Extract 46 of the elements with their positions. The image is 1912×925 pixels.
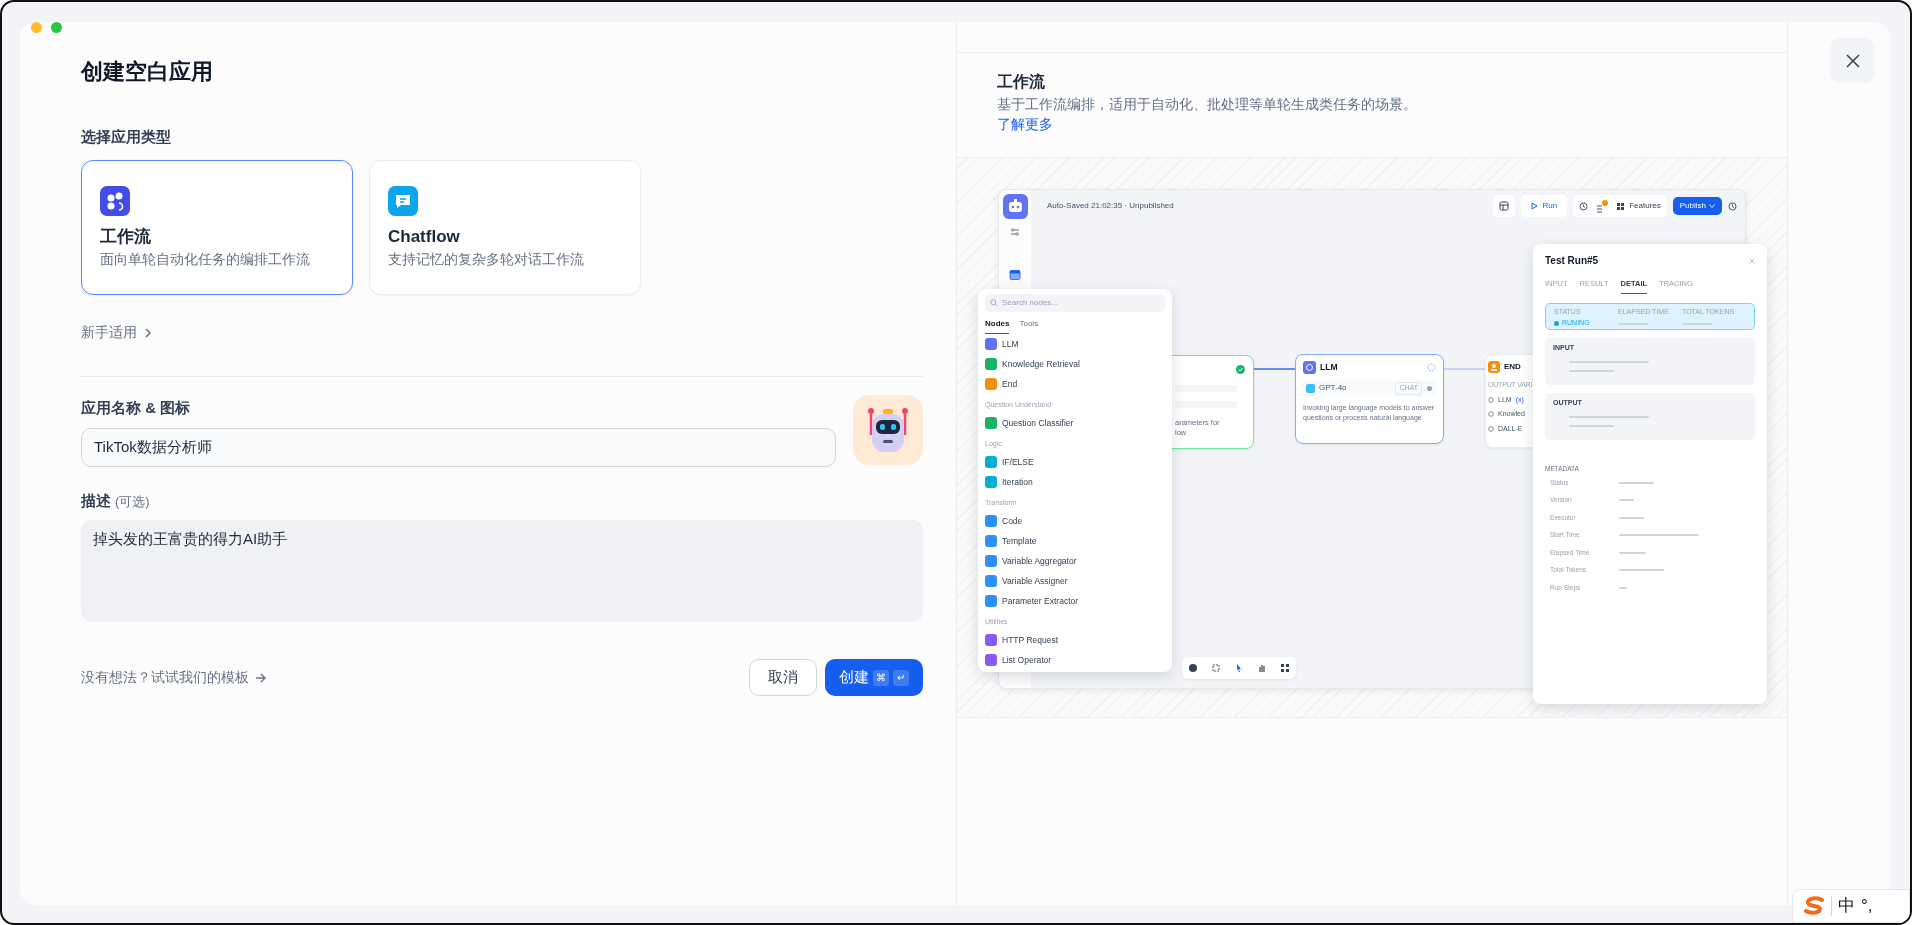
description-field[interactable]: 掉头发的王富贵的得力AI助手 <box>81 520 923 622</box>
app-type-option[interactable]: Chatflow 支持记忆的复杂多轮对话工作流 <box>369 160 641 295</box>
option-title: Chatflow <box>388 226 461 248</box>
node-type-item[interactable]: Iteration <box>985 472 1165 492</box>
shortcut-key: ↵ <box>893 669 909 686</box>
ime-mode-toggle[interactable]: 中 <box>1838 893 1855 919</box>
node-type-item[interactable]: List Operator <box>985 650 1165 670</box>
panel-tab[interactable]: Nodes <box>985 316 1010 334</box>
node-type-item[interactable]: LLM <box>985 334 1165 354</box>
node-title: LLM <box>1320 361 1338 374</box>
field-label: 应用名称 & 图标 <box>81 398 192 418</box>
beginner-link[interactable]: 新手适用 <box>81 323 153 343</box>
node-type-item[interactable]: Code <box>985 511 1165 531</box>
panel-tab[interactable]: Tools <box>1019 316 1039 334</box>
option-title: 工作流 <box>100 226 152 248</box>
preview-description: 基于工作流编排，适用于自动化、批处理等单轮生成类任务的场景。 了解更多 <box>997 95 1418 134</box>
node-type-item[interactable]: Parameter Extractor <box>985 591 1165 611</box>
node-type-item[interactable]: Variable Aggregator <box>985 551 1165 571</box>
template-link[interactable]: 没有想法？试试我们的模板 <box>81 667 267 688</box>
dialog-title: 创建空白应用 <box>81 58 214 86</box>
node-type-item[interactable]: HTTP Request <box>985 630 1165 650</box>
node-type-item[interactable]: Variable Assigner <box>985 571 1165 591</box>
save-status: Auto-Saved 21:02:35 · Unpublished <box>1047 200 1174 212</box>
create-button[interactable]: 创建 ⌘ ↵ <box>825 659 923 696</box>
option-description: 面向单轮自动化任务的编排工作流 <box>100 250 311 269</box>
option-description: 支持记忆的复杂多轮对话工作流 <box>388 250 585 269</box>
app-type-option[interactable]: 工作流 面向单轮自动化任务的编排工作流 <box>81 160 353 295</box>
cancel-button[interactable]: 取消 <box>749 659 817 696</box>
node-type-item[interactable]: End <box>985 374 1165 394</box>
publish-button[interactable]: Publish <box>1672 197 1722 215</box>
run-button[interactable]: Run <box>1521 195 1568 217</box>
section-label: 选择应用类型 <box>81 127 172 147</box>
learn-more-link[interactable]: 了解更多 <box>997 116 1053 132</box>
node-type-item[interactable]: Knowledge Retrieval <box>985 354 1165 374</box>
ime-punctuation-toggle[interactable]: °, <box>1861 893 1873 919</box>
field-label: 描述 <box>81 491 111 511</box>
node-type-item[interactable]: Question Classifier <box>985 413 1165 433</box>
optional-hint: (可选) <box>115 493 150 511</box>
panel-title: Test Run#5 <box>1545 254 1599 268</box>
node-title: END <box>1504 361 1521 373</box>
node-type-item[interactable]: IF/ELSE <box>985 452 1165 472</box>
model-name: GPT-4o <box>1319 382 1347 395</box>
preview-title: 工作流 <box>997 72 1046 92</box>
shortcut-key: ⌘ <box>873 669 889 686</box>
node-type-item[interactable]: Template <box>985 531 1165 551</box>
name-field[interactable]: TikTok数据分析师 <box>81 428 836 467</box>
